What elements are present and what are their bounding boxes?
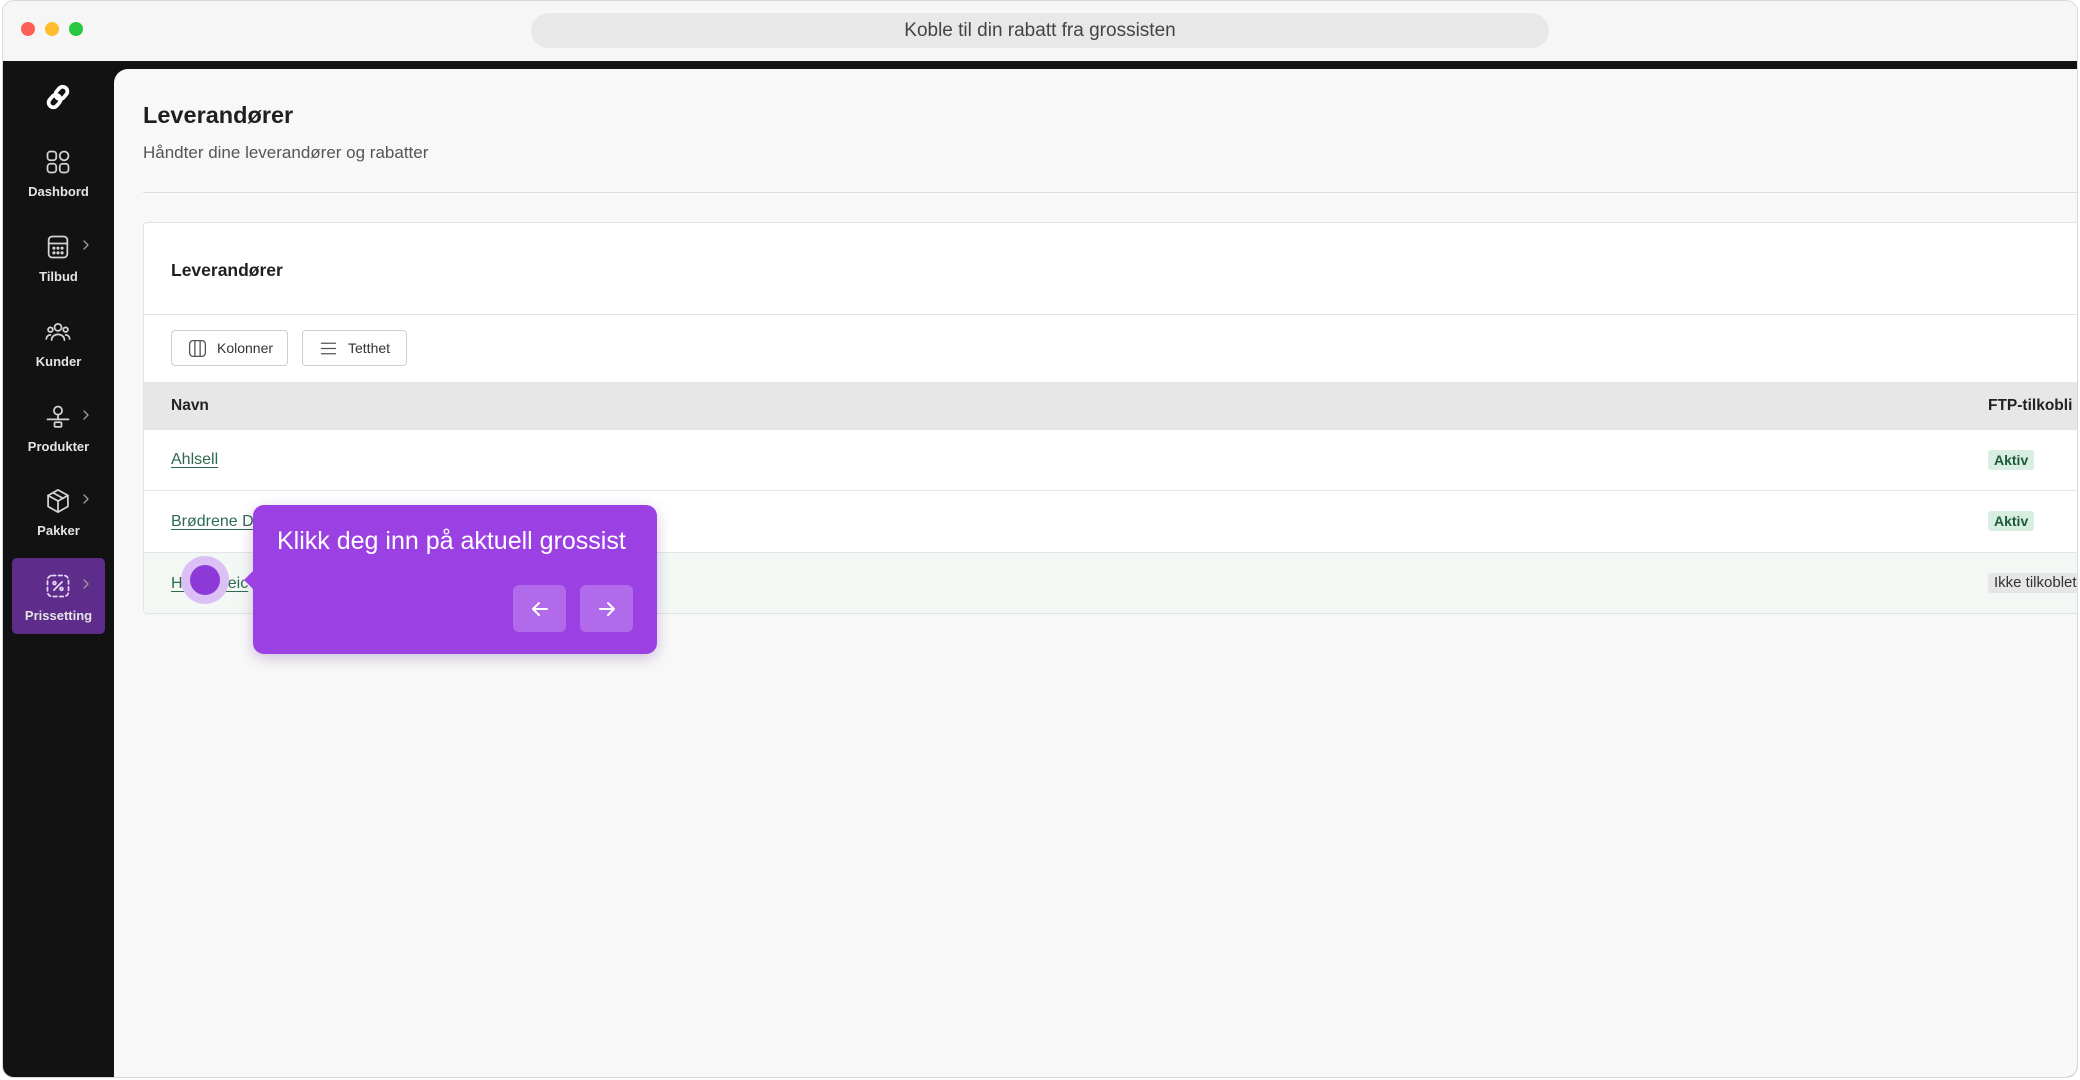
arrow-left-icon: [531, 601, 548, 616]
page-divider: [143, 192, 2077, 193]
tooltip-pointer: [244, 571, 253, 589]
density-button-label: Tetthet: [348, 340, 391, 356]
sidebar-item-label: Dashbord: [28, 184, 89, 199]
status-badge: Aktiv: [1988, 450, 2035, 470]
sidebar-item-produkter[interactable]: Produkter: [12, 389, 105, 465]
column-header-navn[interactable]: Navn: [171, 382, 209, 429]
supplier-link[interactable]: Brødrene D: [171, 491, 254, 552]
price-tag-icon: [44, 572, 72, 600]
chevron-right-icon: [81, 238, 91, 252]
sidebar-item-dashbord[interactable]: Dashbord: [12, 134, 105, 210]
sidebar-item-label: Prissetting: [24, 608, 93, 623]
tooltip-next-button[interactable]: [580, 585, 633, 632]
supplier-name: Ahlsell: [171, 451, 219, 468]
title-bar: Koble til din rabatt fra grossisten: [3, 1, 2077, 61]
chevron-right-icon: [81, 577, 91, 591]
sidebar-item-label: Pakker: [37, 523, 80, 538]
columns-icon: [188, 339, 207, 357]
dashboard-icon: [44, 148, 72, 176]
supplier-name: Brødrene D: [171, 512, 254, 530]
page-title: Leverandører: [143, 102, 294, 128]
chevron-right-icon: [81, 492, 91, 506]
tooltip-text: Klikk deg inn på aktuell grossist: [277, 527, 626, 555]
table-header: Navn FTP-tilkobli: [144, 382, 2077, 429]
column-header-ftp[interactable]: FTP-tilkobli: [1988, 382, 2072, 429]
window-title[interactable]: Koble til din rabatt fra grossisten: [531, 13, 1549, 48]
sidebar: Dashbord Tilbud Kunder Produkter Pakker …: [3, 61, 114, 1077]
sidebar-item-label: Tilbud: [39, 269, 78, 284]
page-subtitle: Håndter dine leverandører og rabatter: [143, 143, 429, 162]
density-button[interactable]: Tetthet: [302, 330, 407, 366]
sidebar-item-prissetting[interactable]: Prissetting: [12, 558, 105, 634]
density-icon: [320, 342, 337, 354]
table-row[interactable]: Ahlsell Aktiv: [144, 429, 2077, 490]
status-badge: Aktiv: [1988, 511, 2035, 531]
supplier-link[interactable]: Ahlsell: [171, 430, 218, 490]
status-badge: Ikke tilkoblet: [1988, 573, 2077, 593]
tooltip-back-button[interactable]: [513, 585, 566, 632]
guide-tooltip: Klikk deg inn på aktuell grossist: [244, 505, 657, 654]
sidebar-item-label: Kunder: [35, 354, 82, 369]
card-divider: [144, 314, 2077, 315]
sidebar-item-label: Produkter: [27, 439, 90, 454]
columns-button[interactable]: Kolonner: [171, 330, 288, 366]
sidebar-item-pakker[interactable]: Pakker: [12, 473, 105, 549]
package-icon: [44, 487, 72, 515]
columns-button-label: Kolonner: [217, 340, 274, 356]
calculator-icon: [44, 233, 72, 261]
zoom-window-button[interactable]: [69, 22, 83, 36]
sidebar-item-kunder[interactable]: Kunder: [12, 304, 105, 380]
hotspot-marker[interactable]: [190, 565, 220, 595]
minimize-window-button[interactable]: [45, 22, 59, 36]
product-icon: [44, 403, 72, 431]
browser-window: Koble til din rabatt fra grossisten Dash…: [2, 0, 2078, 1078]
arrow-right-icon: [598, 601, 615, 616]
chevron-right-icon: [81, 408, 91, 422]
close-window-button[interactable]: [21, 22, 35, 36]
sidebar-item-tilbud[interactable]: Tilbud: [12, 219, 105, 295]
card-title: Leverandører: [171, 260, 283, 280]
users-icon: [44, 318, 72, 346]
app-logo-icon[interactable]: [42, 81, 74, 113]
